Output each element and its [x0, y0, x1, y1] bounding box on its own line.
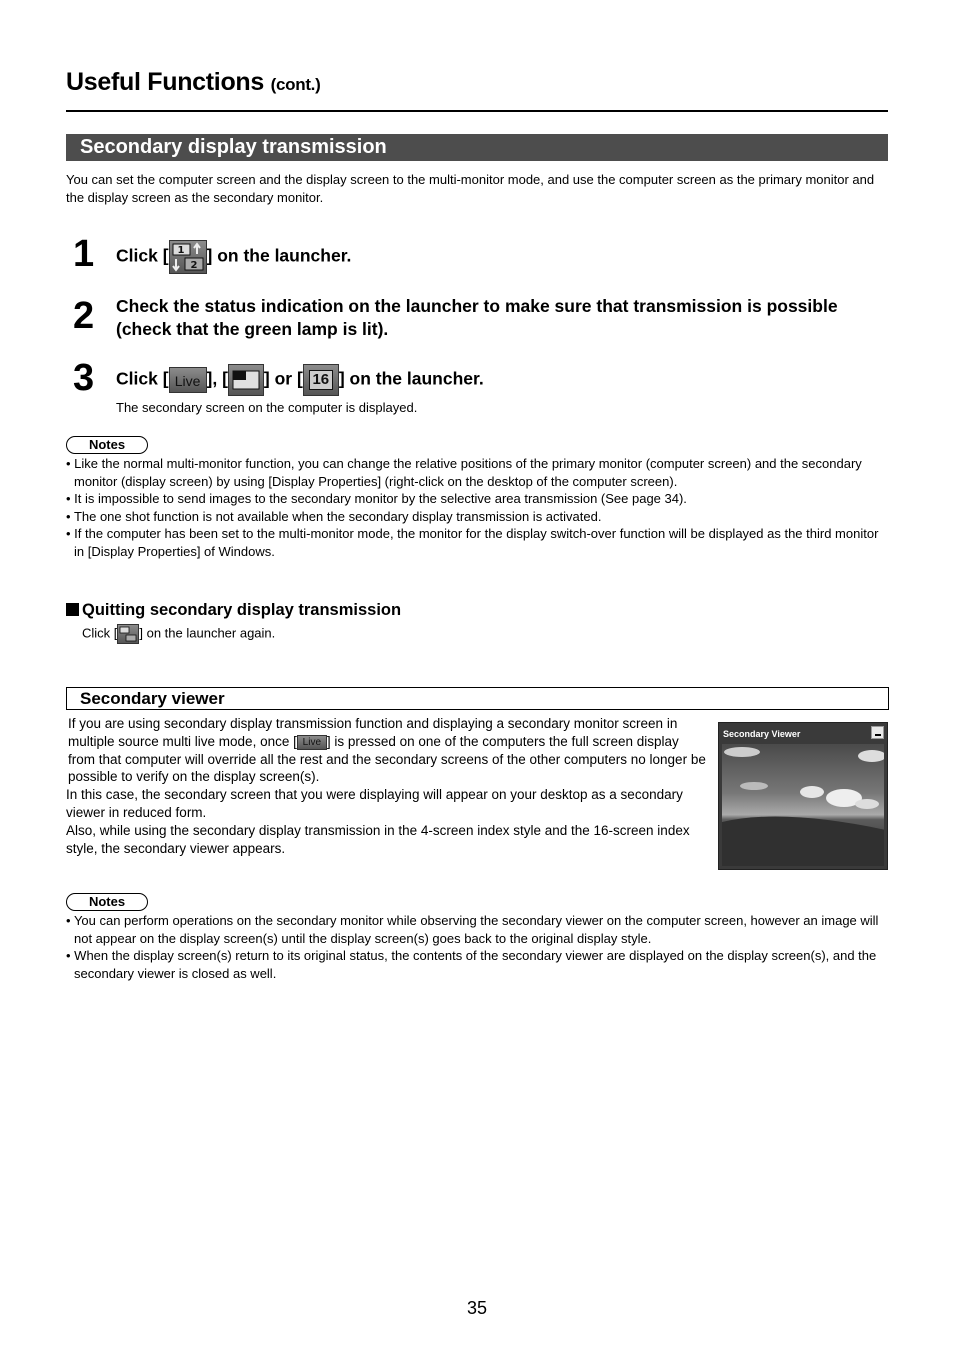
viewer-window-title: Secondary Viewer [723, 729, 801, 739]
page-number: 35 [466, 1298, 488, 1318]
section-heading: Secondary display transmission [66, 134, 888, 161]
secondary-viewer-description: If you are using secondary display trans… [66, 715, 706, 857]
4-screen-index-icon [227, 364, 264, 396]
secondary-display-icon [117, 624, 140, 644]
notes-list: You can perform operations on the second… [66, 912, 892, 982]
paragraph: Also, while using the secondary display … [66, 822, 690, 856]
note-item: If the computer has been set to the mult… [66, 525, 892, 560]
svg-text:1: 1 [177, 245, 184, 256]
step-number-2: 2 [73, 295, 95, 337]
16-screen-index-icon: 16 [302, 364, 339, 396]
page-title-suffix: (cont.) [270, 75, 321, 94]
step-3-prefix: Click [ [116, 368, 169, 389]
quitting-heading: Quitting secondary display transmission [66, 601, 401, 620]
quitting-instruction: Click [ ] on the launcher again. [82, 624, 275, 644]
note-item: When the display screen(s) return to its… [66, 947, 892, 982]
step-2-text: Check the status indication on the launc… [116, 296, 838, 339]
live-icon: Live [296, 734, 327, 750]
note-item: The one shot function is not available w… [66, 508, 892, 526]
secondary-viewer-screenshot: Secondary Viewer [718, 722, 888, 870]
paragraph: In this case, the secondary screen that … [66, 787, 683, 820]
step-1-text: Click [ 1 2 ] on the launcher. [116, 240, 896, 274]
square-bullet-icon [66, 603, 79, 616]
page-title-main: Useful Functions [66, 68, 264, 96]
step-3-suffix: ] on the launcher. [338, 368, 484, 389]
step-3-text: Click [Live], [ ] or [ 16 ] on the launc… [116, 364, 896, 396]
section-intro: You can set the computer screen and the … [66, 172, 875, 205]
minimize-icon [871, 726, 884, 739]
step-1-suffix: ] on the launcher. [206, 245, 352, 266]
note-item: You can perform operations on the second… [66, 912, 892, 947]
quitting-title: Quitting secondary display transmission [82, 601, 402, 619]
step-number-3: 3 [73, 357, 95, 399]
note-item: It is impossible to send images to the s… [66, 490, 892, 508]
note-item: Like the normal multi-monitor function, … [66, 455, 892, 490]
notes-list: Like the normal multi-monitor function, … [66, 455, 892, 561]
live-icon: Live [168, 367, 207, 393]
notes-label: Notes [66, 436, 148, 454]
step-1-prefix: Click [ [116, 245, 169, 266]
page-title: Useful Functions (cont.) [66, 68, 321, 97]
secondary-display-icon: 1 2 [168, 240, 207, 274]
paragraph: If you are using secondary display trans… [66, 715, 706, 786]
step-3-sep1: ], [ [206, 368, 228, 389]
svg-text:2: 2 [190, 260, 197, 271]
step-number-1: 1 [73, 233, 95, 275]
step-3-result: The secondary screen on the computer is … [116, 400, 418, 415]
secondary-viewer-heading: Secondary viewer [66, 687, 889, 710]
step-3-sep2: ] or [ [263, 368, 303, 389]
16-label: 16 [308, 370, 333, 390]
title-divider [66, 110, 888, 112]
notes-label: Notes [66, 893, 148, 911]
viewer-wallpaper [722, 744, 884, 866]
quitting-prefix: Click [ [82, 625, 118, 641]
quitting-suffix: ] on the launcher again. [139, 625, 276, 641]
